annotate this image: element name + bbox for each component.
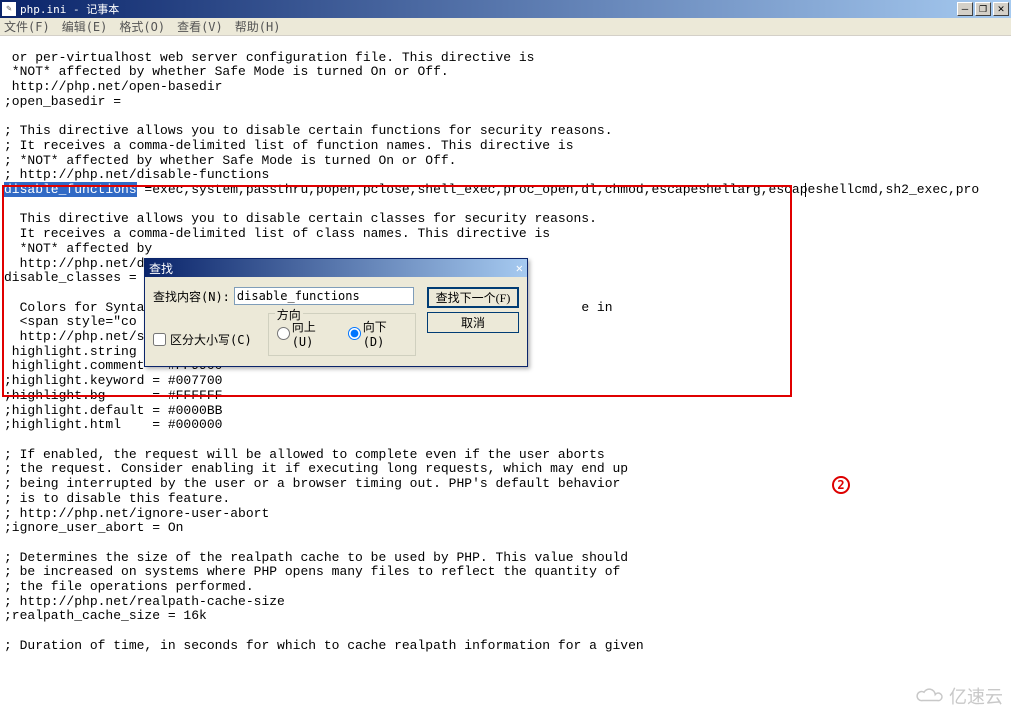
cancel-button[interactable]: 取消 bbox=[427, 312, 519, 333]
text-line: ; be increased on systems where PHP open… bbox=[4, 564, 620, 579]
cloud-icon bbox=[915, 686, 945, 706]
text-line: http://php.net/open-basedir bbox=[4, 79, 222, 94]
watermark-text: 亿速云 bbox=[949, 683, 1003, 709]
text-line: http://php.net/d bbox=[4, 256, 144, 271]
menu-format[interactable]: 格式(O) bbox=[119, 18, 165, 35]
text-line: ; http://php.net/realpath-cache-size bbox=[4, 594, 285, 609]
text-line: <span style="co bbox=[4, 314, 137, 329]
text-line: It receives a comma-delimited list of cl… bbox=[4, 226, 550, 241]
text-line: ;realpath_cache_size = 16k bbox=[4, 608, 207, 623]
text-line: ; http://php.net/ignore-user-abort bbox=[4, 506, 269, 521]
text-line: ; Duration of time, in seconds for which… bbox=[4, 638, 644, 653]
text-line: ;highlight.keyword = #007700 bbox=[4, 373, 222, 388]
text-line: ; is to disable this feature. bbox=[4, 491, 230, 506]
annotation-badge-2: 2 bbox=[832, 476, 850, 494]
menu-view[interactable]: 查看(V) bbox=[177, 18, 223, 35]
text-line: ; the file operations performed. bbox=[4, 579, 254, 594]
text-line: ;ignore_user_abort = On bbox=[4, 520, 183, 535]
text-line: *NOT* affected by whether Safe Mode is t… bbox=[4, 64, 449, 79]
text-line: ; being interrupted by the user or a bro… bbox=[4, 476, 620, 491]
direction-up-radio[interactable] bbox=[277, 327, 290, 340]
menubar: 文件(F) 编辑(E) 格式(O) 查看(V) 帮助(H) bbox=[0, 18, 1011, 36]
text-line: *NOT* affected by bbox=[4, 241, 152, 256]
direction-down-label: 向下(D) bbox=[363, 318, 407, 349]
window-titlebar: ✎ php.ini - 记事本 ─ ❐ ✕ bbox=[0, 0, 1011, 18]
direction-group: 方向 向上(U) 向下(D) bbox=[268, 313, 416, 356]
text-line: ;highlight.default = #0000BB bbox=[4, 403, 222, 418]
text-line: e in bbox=[581, 300, 612, 315]
text-caret bbox=[805, 183, 806, 197]
text-line: ; This directive allows you to disable c… bbox=[4, 123, 613, 138]
menu-help[interactable]: 帮助(H) bbox=[235, 18, 281, 35]
text-line: This directive allows you to disable cer… bbox=[4, 211, 597, 226]
maximize-button[interactable]: ❐ bbox=[975, 2, 991, 16]
notepad-icon: ✎ bbox=[2, 2, 16, 16]
text-line: ; the request. Consider enabling it if e… bbox=[4, 461, 628, 476]
find-input[interactable] bbox=[234, 287, 414, 305]
text-line: =exec,system,passthru,popen,pclose,shell… bbox=[137, 182, 980, 197]
minimize-button[interactable]: ─ bbox=[957, 2, 973, 16]
close-button[interactable]: ✕ bbox=[993, 2, 1009, 16]
selected-text: disable_functions bbox=[4, 182, 137, 197]
find-next-button[interactable]: 查找下一个(F) bbox=[427, 287, 519, 308]
text-line: highlight.string bbox=[4, 344, 137, 359]
text-line: ; Determines the size of the realpath ca… bbox=[4, 550, 628, 565]
find-dialog-title: 查找 bbox=[149, 260, 173, 277]
text-line: ; It receives a comma-delimited list of … bbox=[4, 138, 574, 153]
text-line: http://php.net/s bbox=[4, 329, 144, 344]
find-dialog: 查找 ✕ 查找内容(N): 区分大小写(C) 方向 向上(U) 向下(D) 查找… bbox=[144, 258, 528, 367]
direction-legend: 方向 bbox=[275, 306, 303, 323]
text-line: ; http://php.net/disable-functions bbox=[4, 167, 269, 182]
text-line: ;open_basedir = bbox=[4, 94, 121, 109]
text-line: ; If enabled, the request will be allowe… bbox=[4, 447, 605, 462]
menu-file[interactable]: 文件(F) bbox=[4, 18, 50, 35]
direction-down-radio[interactable] bbox=[348, 327, 361, 340]
menu-edit[interactable]: 编辑(E) bbox=[62, 18, 108, 35]
text-line: ; *NOT* affected by whether Safe Mode is… bbox=[4, 153, 456, 168]
text-line: ;highlight.bg = #FFFFFF bbox=[4, 388, 222, 403]
watermark: 亿速云 bbox=[915, 683, 1003, 709]
window-title: php.ini - 记事本 bbox=[20, 1, 119, 17]
find-close-button[interactable]: ✕ bbox=[516, 261, 523, 275]
find-dialog-titlebar[interactable]: 查找 ✕ bbox=[145, 259, 527, 277]
text-editor-area[interactable]: or per-virtualhost web server configurat… bbox=[0, 36, 1011, 717]
match-case-checkbox[interactable] bbox=[153, 333, 166, 346]
match-case-label: 区分大小写(C) bbox=[170, 331, 252, 348]
text-line: Colors for Synta bbox=[4, 300, 144, 315]
text-line: disable_classes = bbox=[4, 270, 137, 285]
text-line: or per-virtualhost web server configurat… bbox=[4, 50, 535, 65]
find-label: 查找内容(N): bbox=[153, 288, 230, 305]
text-line: ;highlight.html = #000000 bbox=[4, 417, 222, 432]
